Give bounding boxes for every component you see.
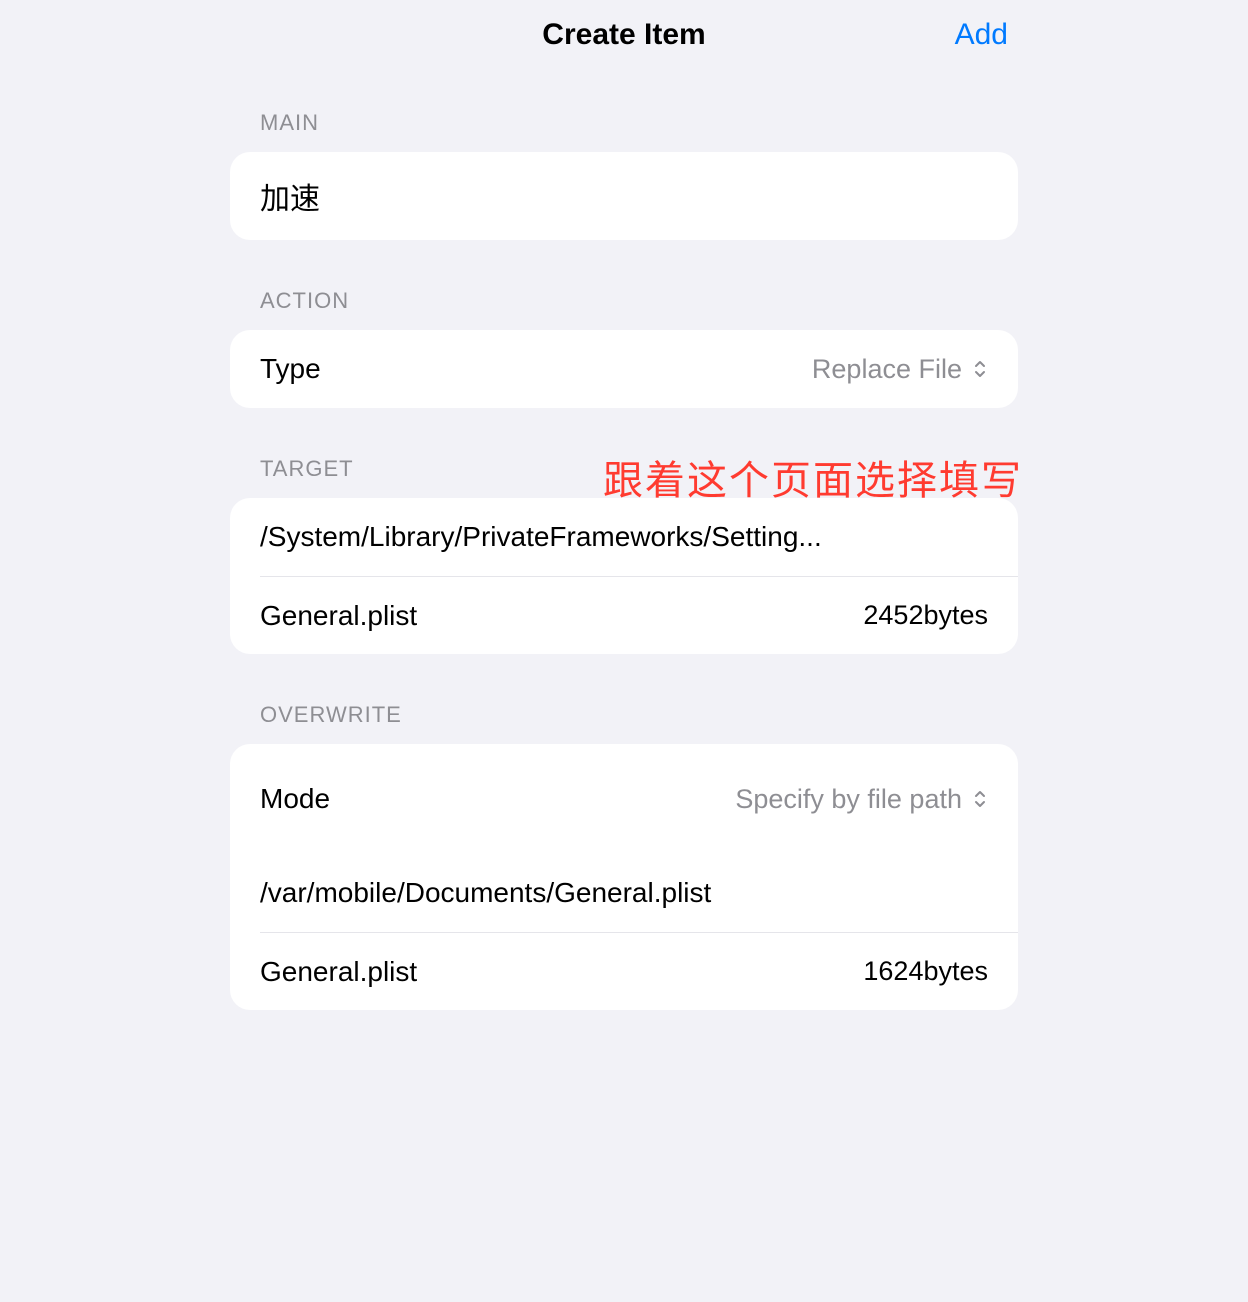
annotation-text: 跟着这个页面选择填写 bbox=[603, 448, 1023, 506]
overwrite-path-value: /var/mobile/Documents/General.plist bbox=[260, 877, 988, 909]
main-section-header: MAIN bbox=[230, 110, 1018, 136]
chevron-up-down-icon bbox=[972, 788, 988, 810]
add-button[interactable]: Add bbox=[955, 18, 1008, 52]
main-card: 加速 bbox=[230, 152, 1018, 240]
action-type-value: Replace File bbox=[812, 354, 962, 385]
main-name-input[interactable]: 加速 bbox=[260, 174, 988, 218]
action-card: Type Replace File bbox=[230, 330, 1018, 408]
overwrite-mode-row[interactable]: Mode Specify by file path bbox=[230, 744, 1018, 854]
target-path-row[interactable]: /System/Library/PrivateFrameworks/Settin… bbox=[230, 498, 1018, 576]
overwrite-section-header: OVERWRITE bbox=[230, 702, 1018, 728]
overwrite-mode-value: Specify by file path bbox=[735, 781, 962, 817]
overwrite-mode-label: Mode bbox=[260, 783, 330, 815]
nav-bar: Create Item Add bbox=[0, 0, 1248, 70]
overwrite-file-size: 1624bytes bbox=[863, 956, 988, 987]
action-type-label: Type bbox=[260, 353, 321, 385]
overwrite-path-row[interactable]: /var/mobile/Documents/General.plist bbox=[230, 854, 1018, 932]
target-path-value: /System/Library/PrivateFrameworks/Settin… bbox=[260, 521, 988, 553]
action-section-header: ACTION bbox=[230, 288, 1018, 314]
overwrite-file-row[interactable]: General.plist 1624bytes bbox=[260, 932, 1018, 1010]
action-type-row[interactable]: Type Replace File bbox=[230, 330, 1018, 408]
main-name-row[interactable]: 加速 bbox=[230, 152, 1018, 240]
target-card: /System/Library/PrivateFrameworks/Settin… bbox=[230, 498, 1018, 654]
overwrite-card: Mode Specify by file path /var/mobile/Do… bbox=[230, 744, 1018, 1010]
chevron-up-down-icon bbox=[972, 358, 988, 380]
target-filename: General.plist bbox=[260, 600, 417, 632]
target-file-row[interactable]: General.plist 2452bytes bbox=[260, 576, 1018, 654]
target-file-size: 2452bytes bbox=[863, 600, 988, 631]
overwrite-filename: General.plist bbox=[260, 956, 417, 988]
page-title: Create Item bbox=[542, 18, 705, 52]
